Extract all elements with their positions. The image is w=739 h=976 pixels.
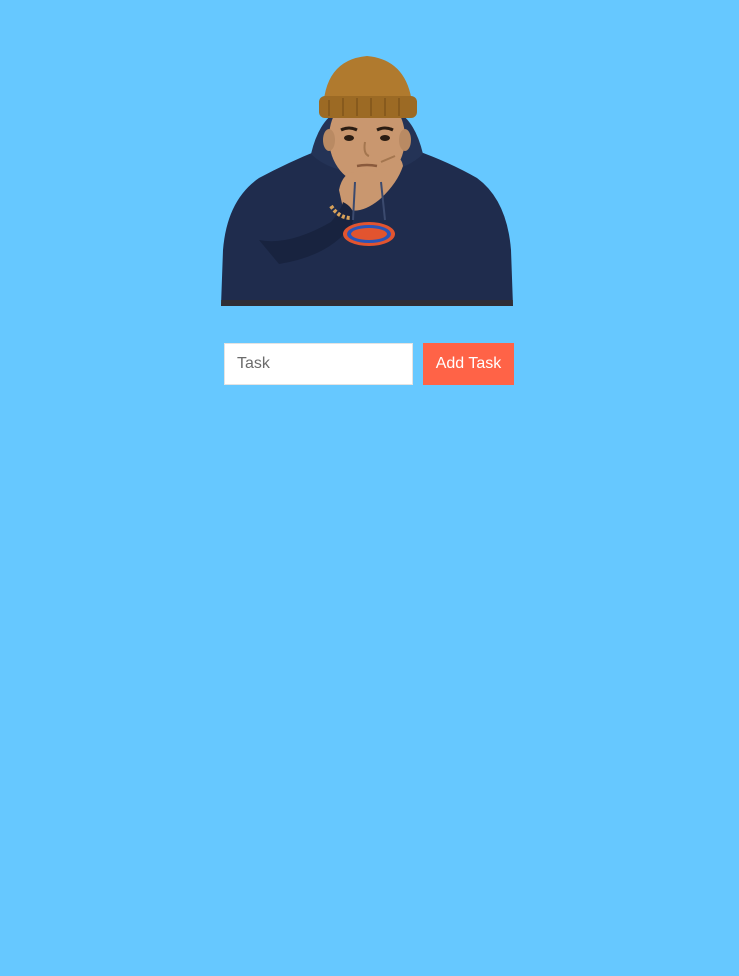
add-task-button[interactable]: Add Task bbox=[423, 343, 514, 385]
task-input[interactable] bbox=[224, 343, 413, 385]
page: Add Task bbox=[0, 0, 739, 976]
person-thinking-illustration bbox=[221, 56, 513, 306]
task-form: Add Task bbox=[224, 343, 514, 385]
hero-image bbox=[219, 50, 515, 306]
